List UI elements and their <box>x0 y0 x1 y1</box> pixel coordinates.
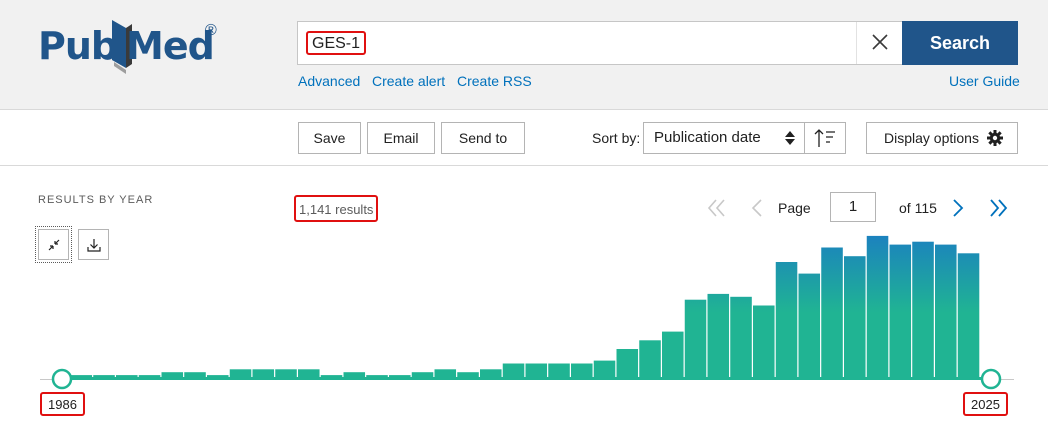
results-by-year-chart <box>40 235 1014 390</box>
select-arrows-icon <box>785 131 795 145</box>
search-button[interactable]: Search <box>902 21 1018 65</box>
range-end-handle[interactable] <box>980 368 1002 390</box>
results-by-year-title: RESULTS BY YEAR <box>38 194 154 206</box>
user-guide-link[interactable]: User Guide <box>949 73 1020 89</box>
year-bar-2021[interactable] <box>866 235 889 378</box>
create-rss-link[interactable]: Create RSS <box>457 73 532 89</box>
year-bar-2005[interactable] <box>502 363 525 379</box>
create-alert-link[interactable]: Create alert <box>372 73 445 89</box>
year-bar-2014[interactable] <box>707 293 730 378</box>
year-bar-2016[interactable] <box>753 305 775 379</box>
sort-by-value: Publication date <box>654 129 761 146</box>
clear-search-button[interactable] <box>856 22 902 64</box>
range-end-year: 2025 <box>963 392 1008 416</box>
year-bar-1995[interactable] <box>275 369 297 378</box>
page-number-input[interactable]: 1 <box>830 192 876 222</box>
sort-by-label: Sort by: <box>592 130 641 146</box>
send-to-button[interactable]: Send to <box>441 122 525 154</box>
next-page-icon[interactable] <box>949 196 967 220</box>
year-bar-2004[interactable] <box>480 369 502 378</box>
year-bar-1993[interactable] <box>229 369 252 378</box>
page-total: of 115 <box>899 200 937 216</box>
display-options-label: Display options <box>884 130 979 146</box>
header: Pub Med ® GES-1 Search Advanced Create a… <box>0 0 1048 110</box>
previous-page-icon[interactable] <box>748 196 766 220</box>
year-bar-2006[interactable] <box>525 363 548 379</box>
email-button[interactable]: Email <box>367 122 435 154</box>
year-bar-2025[interactable] <box>957 253 980 378</box>
year-bar-2019[interactable] <box>821 247 843 379</box>
registered-mark: ® <box>205 22 217 39</box>
year-bar-2013[interactable] <box>684 299 707 378</box>
page-label: Page <box>778 200 811 216</box>
range-start-handle[interactable] <box>51 368 73 390</box>
year-bar-2015[interactable] <box>730 296 752 378</box>
sort-by-select[interactable]: Publication date <box>643 122 805 154</box>
year-bar-2023[interactable] <box>912 241 934 378</box>
display-options-button[interactable]: Display options <box>866 122 1018 154</box>
year-bar-2022[interactable] <box>889 244 912 378</box>
year-bar-2011[interactable] <box>639 340 661 378</box>
year-bar-2012[interactable] <box>662 331 684 378</box>
search-box: GES-1 <box>297 21 903 65</box>
year-bar-2017[interactable] <box>775 262 798 378</box>
year-bar-2002[interactable] <box>434 369 457 378</box>
year-bar-2020[interactable] <box>844 256 866 378</box>
save-button[interactable]: Save <box>298 122 361 154</box>
search-input[interactable]: GES-1 <box>306 31 367 55</box>
logo-text-pub: Pub <box>38 24 118 68</box>
year-bar-1994[interactable] <box>252 369 275 378</box>
year-bar-2007[interactable] <box>548 363 570 379</box>
last-page-icon[interactable] <box>988 196 1010 220</box>
sort-ascending-icon <box>814 129 835 147</box>
year-bar-1996[interactable] <box>298 369 320 378</box>
range-start-year: 1986 <box>40 392 85 416</box>
close-icon <box>872 34 888 50</box>
results-count: 1,141 results <box>294 195 379 222</box>
pubmed-logo[interactable]: Pub Med ® <box>38 18 223 78</box>
gear-icon <box>987 130 1003 146</box>
year-bar-2009[interactable] <box>593 360 616 378</box>
advanced-search-link[interactable]: Advanced <box>298 73 360 89</box>
results-toolbar: Save Email Send to Sort by: Publication … <box>0 110 1048 166</box>
logo-text-med: Med <box>126 24 215 68</box>
year-bar-2018[interactable] <box>798 273 821 378</box>
sort-order-button[interactable] <box>804 122 846 154</box>
year-bar-2008[interactable] <box>571 363 593 379</box>
year-bar-2010[interactable] <box>616 349 639 378</box>
first-page-icon[interactable] <box>706 196 728 220</box>
year-bar-2024[interactable] <box>935 244 957 378</box>
